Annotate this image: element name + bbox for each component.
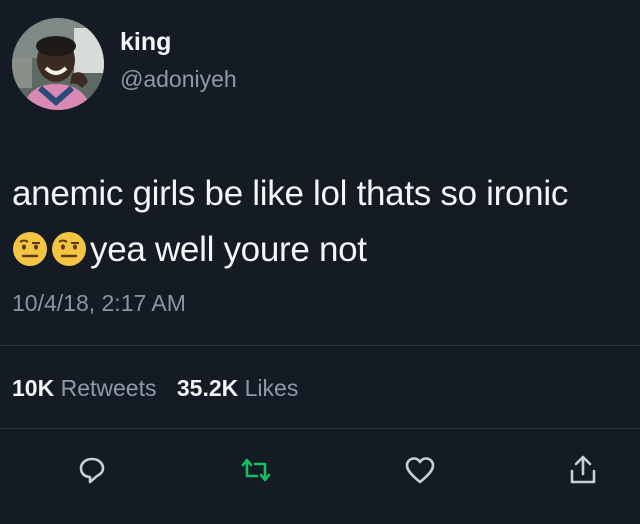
divider	[0, 428, 640, 429]
tweet-text-line-2: yea well youre not	[90, 230, 367, 269]
likes-count[interactable]: 35.2K	[177, 375, 238, 401]
tweet-card: king @adoniyeh anemic girls be like lol …	[0, 0, 640, 524]
like-heart-icon	[405, 457, 435, 484]
tweet-text-line-2-wrap: yea well youre not	[12, 222, 632, 278]
share-icon	[570, 455, 596, 484]
like-button[interactable]	[398, 448, 442, 492]
raised-eyebrow-face-icon	[52, 232, 86, 266]
display-name[interactable]: king	[120, 30, 171, 55]
avatar[interactable]	[12, 18, 104, 110]
retweets-label[interactable]: Retweets	[61, 375, 157, 401]
retweet-icon	[241, 458, 271, 482]
user-handle[interactable]: @adoniyeh	[120, 68, 237, 91]
tweet-stats: 10K Retweets 35.2K Likes	[12, 375, 312, 402]
tweet-text: anemic girls be like lol thats so ironic…	[12, 166, 632, 278]
retweet-button[interactable]	[234, 448, 278, 492]
reply-icon	[79, 457, 105, 484]
likes-label[interactable]: Likes	[245, 375, 299, 401]
share-button[interactable]	[561, 448, 605, 492]
raised-eyebrow-face-icon	[13, 232, 47, 266]
tweet-text-line-1: anemic girls be like lol thats so ironic	[12, 174, 569, 213]
retweets-count[interactable]: 10K	[12, 375, 54, 401]
reply-button[interactable]	[70, 448, 114, 492]
divider	[0, 345, 640, 346]
avatar-photo	[12, 18, 104, 110]
timestamp[interactable]: 10/4/18, 2:17 AM	[12, 290, 186, 317]
